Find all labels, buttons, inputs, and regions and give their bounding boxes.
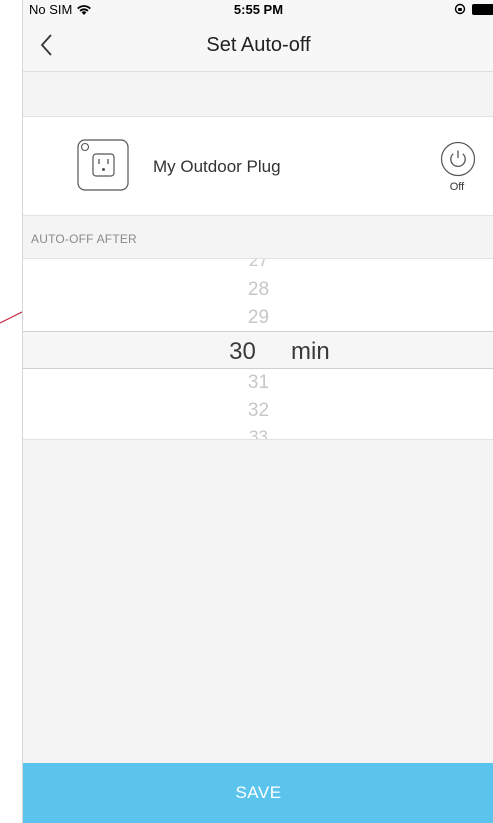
device-row: My Outdoor Plug Off [23,116,493,216]
picker-option[interactable]: 27 [23,259,493,271]
status-bar: No SIM 5:55 PM [23,0,493,20]
nav-bar: Set Auto-off [23,20,493,72]
power-state-label: Off [449,181,465,193]
power-icon [440,141,476,177]
picker-option[interactable]: 28 [23,279,493,301]
status-right [454,3,493,15]
picker-unit-label: min [291,338,330,365]
section-header-auto-off: AUTO-OFF AFTER [31,232,137,246]
status-time: 5:55 PM [233,2,284,17]
minutes-picker[interactable]: 27 28 29 30 min 31 32 33 [23,258,493,440]
outdoor-plug-icon [77,139,129,191]
picker-selected-value[interactable]: 30 [23,338,478,366]
device-name: My Outdoor Plug [153,157,281,176]
page-title: Set Auto-off [206,34,311,56]
power-button[interactable] [440,141,476,177]
picker-option[interactable]: 33 [23,427,493,439]
save-button[interactable]: SAVE [23,763,493,823]
rotation-lock-icon [454,3,466,15]
picker-option[interactable]: 32 [23,400,493,422]
picker-option[interactable]: 31 [23,372,493,394]
phone-screen: No SIM 5:55 PM Set Auto-off My Outdoor P… [22,0,493,823]
picker-option[interactable]: 29 [23,307,493,329]
battery-icon [472,3,493,15]
